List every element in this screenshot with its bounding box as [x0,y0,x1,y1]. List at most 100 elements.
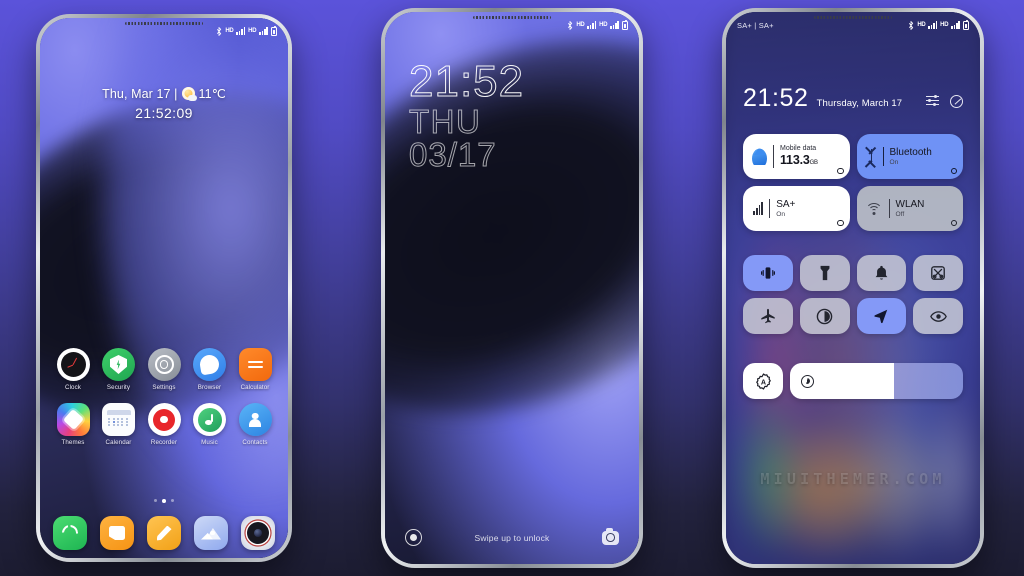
toggle-dark-mode[interactable] [799,298,850,334]
airplane-icon [761,308,775,324]
tile-title: Bluetooth [889,146,932,158]
brightness-sun-icon [801,374,814,388]
tile-title: WLAN [895,198,925,210]
app-calendar[interactable]: Calendar [99,403,139,446]
tile-text: Mobile data 113.3GB [773,145,818,168]
dock [53,516,275,550]
app-label: Music [201,439,218,446]
partly-sunny-icon [181,87,197,101]
home-clock-widget[interactable]: Thu, Mar 17 | 11℃ 21:52:09 [40,86,288,122]
tile-wlan[interactable]: WLAN Off [856,186,963,231]
app-clock[interactable]: Clock [53,348,93,391]
tile-text: Bluetooth On [882,146,932,167]
power-edit-icon[interactable] [950,95,963,108]
water-drop-icon [752,148,767,165]
qs-date: Thursday, March 17 [816,97,903,109]
toggle-vibrate[interactable] [743,255,793,291]
widget-date: Thu, Mar 17 | [102,86,178,101]
app-label: Themes [61,439,85,446]
tile-settings-icon[interactable] [950,167,957,174]
app-recorder[interactable]: Recorder [144,403,184,446]
app-label: Calculator [240,384,270,391]
tile-sa-plus[interactable]: SA+ On [743,186,850,231]
app-label: Contacts [242,439,268,446]
tile-title: Mobile data [780,145,817,153]
page-indicator [40,499,288,503]
auto-brightness-icon[interactable]: A [743,363,783,399]
toggle-airplane-mode[interactable] [743,298,793,334]
toggle-ringer[interactable] [856,255,907,291]
bell-icon [875,265,888,280]
carrier-label: SA+ | SA+ [737,20,774,30]
app-settings[interactable]: Settings [144,348,184,391]
signal-bars-icon [928,21,938,29]
svg-text:A: A [760,378,765,386]
flashlight-circle-icon[interactable] [405,529,422,546]
eye-icon [929,310,947,322]
phone-home-screen: HD HD Thu, Mar 17 | 11℃ 21:52:09 Clock S… [36,14,292,562]
contrast-circle-icon [816,308,833,324]
dock-notes-icon[interactable] [147,516,181,550]
app-security[interactable]: Security [99,348,139,391]
toggle-screenshot[interactable] [913,255,963,291]
recorder-icon [147,403,181,436]
bluetooth-icon [568,20,573,30]
app-music[interactable]: Music [190,403,230,446]
location-arrow-icon [874,309,888,324]
phone-qs-display: SA+ | SA+ HD HD 21:52 Thursday, March 17 [726,12,980,564]
page-dot[interactable] [170,499,175,503]
lock-clock: 21:52 THU 03/17 [408,59,524,174]
lock-bottom-bar: Swipe up to unlock [385,528,639,546]
page-dot[interactable] [153,499,158,503]
qs-brightness-row: A [743,363,963,399]
tile-bluetooth[interactable]: Bluetooth On [856,134,963,179]
app-label: Clock [65,384,81,391]
app-contacts[interactable]: Contacts [235,403,275,446]
signal-bars-icon [587,21,597,29]
toggle-flashlight[interactable] [799,255,850,291]
qs-big-tiles: Mobile data 113.3GB Bluetooth On SA+ On [743,134,963,231]
tile-settings-icon[interactable] [837,167,844,174]
tile-settings-icon[interactable] [837,219,844,226]
lock-weekday: THU [408,103,482,141]
signal-bars-icon [610,21,619,29]
tile-settings-icon[interactable] [950,219,957,226]
dock-gallery-icon[interactable] [194,516,228,550]
dock-messaging-icon[interactable] [100,516,134,550]
hd-icon: HD [225,28,234,34]
page-dot-active[interactable] [162,499,166,503]
flashlight-icon [820,265,830,281]
bluetooth-icon [865,147,877,168]
toggle-location[interactable] [856,298,907,334]
qs-toggle-grid [743,255,963,334]
camera-icon[interactable] [601,528,619,545]
sliders-icon[interactable] [926,94,939,107]
tile-value: 113.3GB [780,153,818,167]
themes-icon [56,403,90,436]
app-themes[interactable]: Themes [53,403,93,446]
widget-date-weather: Thu, Mar 17 | 11℃ [40,86,288,101]
security-shield-icon [102,348,135,381]
phone-lock-screen: HD HD 21:52 THU 03/17 Swipe up to unlock [381,8,643,568]
toggle-eye-care[interactable] [913,298,963,334]
phone-home-display: HD HD Thu, Mar 17 | 11℃ 21:52:09 Clock S… [40,18,288,558]
app-label: Calendar [105,439,132,446]
app-label: Browser [197,384,222,391]
bluetooth-icon [909,20,914,30]
brightness-slider[interactable] [790,363,963,399]
tile-mobile-data[interactable]: Mobile data 113.3GB [743,134,850,179]
app-browser[interactable]: Browser [190,348,230,391]
dock-camera-icon[interactable] [241,516,275,550]
signal-bars-icon [753,202,764,215]
earpiece-speaker [473,16,551,19]
widget-clock: 21:52:09 [135,105,193,121]
app-calculator[interactable]: Calculator [235,348,275,391]
hd-icon: HD [576,22,585,28]
tile-text: WLAN Off [888,198,925,219]
status-bar-icons: HD HD [216,25,277,36]
dock-phone-icon[interactable] [53,516,87,550]
lock-date: 03/17 [408,136,497,174]
app-label: Recorder [150,439,178,446]
app-label: Settings [152,384,176,391]
site-watermark: MIUITHEMER.COM [760,470,946,488]
